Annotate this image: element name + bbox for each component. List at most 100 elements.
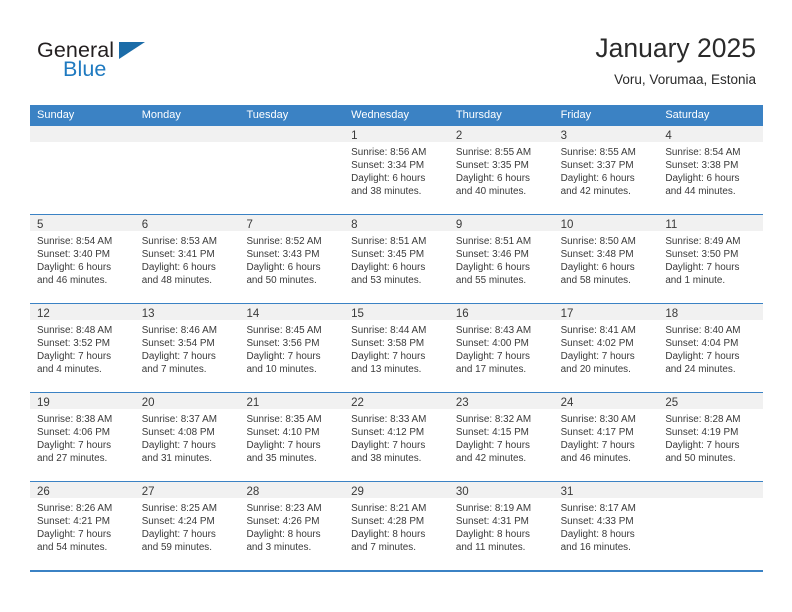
day-sun-info: [658, 498, 763, 502]
calendar-week-row: 26 Sunrise: 8:26 AM Sunset: 4:21 PM Dayligh…: [30, 481, 764, 570]
day-sun-info: Sunrise: 8:50 AM Sunset: 3:48 PM Daylight:…: [554, 231, 659, 287]
day-number-band: 6: [134, 215, 240, 231]
page-header: General Blue January 2025 Voru, Vorumaa,…: [0, 0, 792, 104]
day-number: 29: [351, 486, 364, 498]
day-daylight-line2-text: and 44 minutes.: [665, 186, 736, 198]
day-sunrise-text: Sunrise: 8:54 AM: [37, 236, 113, 247]
page-subtitle: Voru, Vorumaa, Estonia: [614, 72, 756, 87]
calendar-day-cell[interactable]: 26 Sunrise: 8:26 AM Sunset: 4:21 PM Dayligh…: [30, 482, 135, 570]
calendar-day-cell[interactable]: 6 Sunrise: 8:53 AM Sunset: 3:41 PM Daylight…: [134, 215, 240, 303]
calendar-day-cell[interactable]: 4 Sunrise: 8:54 AM Sunset: 3:38 PM Daylight…: [658, 126, 764, 214]
calendar-day-cell[interactable]: 5 Sunrise: 8:54 AM Sunset: 3:40 PM Daylight…: [30, 215, 135, 303]
calendar-day-cell[interactable]: 25 Sunrise: 8:28 AM Sunset: 4:19 PM Dayligh…: [658, 393, 764, 481]
day-daylight-line2-text: and 1 minute.: [665, 275, 726, 287]
calendar-day-cell[interactable]: 28 Sunrise: 8:23 AM Sunset: 4:26 PM Dayligh…: [239, 482, 345, 570]
calendar-day-cell[interactable]: 27 Sunrise: 8:25 AM Sunset: 4:24 PM Dayligh…: [134, 482, 240, 570]
day-number-band: 19: [30, 393, 135, 409]
calendar-day-cell[interactable]: 30 Sunrise: 8:19 AM Sunset: 4:31 PM Dayligh…: [448, 482, 554, 570]
day-sunrise-text: Sunrise: 8:37 AM: [141, 414, 217, 425]
day-sunset-text: Sunset: 3:52 PM: [37, 338, 111, 350]
day-sunset-text: Sunset: 3:37 PM: [560, 160, 634, 172]
day-number: 16: [455, 308, 469, 320]
calendar-day-cell[interactable]: 3 Sunrise: 8:55 AM Sunset: 3:37 PM Daylight…: [553, 126, 659, 214]
day-sunset-text: Sunset: 4:31 PM: [455, 516, 529, 528]
calendar-day-cell[interactable]: 13 Sunrise: 8:46 AM Sunset: 3:54 PM Dayligh…: [134, 304, 240, 392]
calendar-day-cell[interactable]: 19 Sunrise: 8:38 AM Sunset: 4:06 PM Dayligh…: [30, 393, 135, 481]
day-sunset-text: Sunset: 4:26 PM: [246, 516, 320, 528]
calendar-day-cell[interactable]: 29 Sunrise: 8:21 AM Sunset: 4:28 PM Dayligh…: [344, 482, 449, 570]
calendar-day-cell[interactable]: 10 Sunrise: 8:50 AM Sunset: 3:48 PM Dayligh…: [553, 215, 659, 303]
day-number: 17: [560, 308, 574, 320]
day-daylight-line1-text: Daylight: 6 hours: [455, 173, 530, 185]
day-daylight-line1-text: Daylight: 7 hours: [351, 351, 426, 363]
day-sunset-text: Sunset: 3:54 PM: [141, 338, 215, 350]
day-daylight-line2-text: and 53 minutes.: [351, 275, 422, 287]
day-daylight-line1-text: Daylight: 7 hours: [37, 351, 112, 363]
calendar-day-cell[interactable]: 24 Sunrise: 8:30 AM Sunset: 4:17 PM Dayligh…: [553, 393, 659, 481]
day-sunrise-text: Sunrise: 8:50 AM: [560, 236, 636, 247]
day-sunrise-text: Sunrise: 8:56 AM: [351, 147, 427, 158]
calendar-day-cell[interactable]: 1 Sunrise: 8:56 AM Sunset: 3:34 PM Daylight…: [344, 126, 449, 214]
day-number: 18: [665, 308, 679, 320]
day-sunrise-text: Sunrise: 8:17 AM: [560, 503, 636, 514]
page-title: January 2025: [595, 33, 756, 63]
calendar-day-cell[interactable]: 16 Sunrise: 8:43 AM Sunset: 4:00 PM Dayligh…: [448, 304, 554, 392]
day-daylight-line2-text: and 48 minutes.: [141, 275, 212, 287]
day-sun-info: Sunrise: 8:41 AM Sunset: 4:02 PM Daylight:…: [554, 320, 659, 376]
calendar-day-cell[interactable]: 20 Sunrise: 8:37 AM Sunset: 4:08 PM Dayligh…: [134, 393, 240, 481]
day-sun-info: Sunrise: 8:33 AM Sunset: 4:12 PM Daylight:…: [344, 409, 449, 465]
day-sunrise-text: Sunrise: 8:38 AM: [37, 414, 113, 425]
day-sun-info: Sunrise: 8:30 AM Sunset: 4:17 PM Daylight:…: [554, 409, 659, 465]
calendar-day-cell[interactable]: 8 Sunrise: 8:51 AM Sunset: 3:45 PM Daylight…: [344, 215, 449, 303]
day-number: 7: [246, 219, 253, 231]
day-sun-info: Sunrise: 8:49 AM Sunset: 3:50 PM Daylight:…: [658, 231, 763, 287]
day-sunset-text: Sunset: 3:48 PM: [560, 249, 634, 261]
day-daylight-line2-text: and 46 minutes.: [37, 275, 108, 287]
calendar-day-cell[interactable]: 15 Sunrise: 8:44 AM Sunset: 3:58 PM Dayligh…: [344, 304, 449, 392]
calendar-day-cell[interactable]: 21 Sunrise: 8:35 AM Sunset: 4:10 PM Dayligh…: [239, 393, 345, 481]
day-number: 8: [351, 219, 358, 231]
calendar-day-cell[interactable]: 2 Sunrise: 8:55 AM Sunset: 3:35 PM Daylight…: [448, 126, 554, 214]
day-number-band: 12: [30, 304, 135, 320]
day-sunset-text: Sunset: 3:46 PM: [455, 249, 529, 261]
day-daylight-line1-text: Daylight: 8 hours: [455, 529, 530, 541]
calendar-day-cell[interactable]: 9 Sunrise: 8:51 AM Sunset: 3:46 PM Daylight…: [448, 215, 554, 303]
calendar-day-cell[interactable]: 17 Sunrise: 8:41 AM Sunset: 4:02 PM Dayligh…: [553, 304, 659, 392]
day-daylight-line2-text: and 38 minutes.: [351, 186, 422, 198]
day-sun-info: Sunrise: 8:45 AM Sunset: 3:56 PM Daylight:…: [239, 320, 344, 376]
day-daylight-line1-text: Daylight: 7 hours: [665, 262, 740, 274]
day-number: 24: [560, 397, 574, 409]
day-daylight-line1-text: Daylight: 6 hours: [141, 262, 216, 274]
calendar-day-cell[interactable]: 7 Sunrise: 8:52 AM Sunset: 3:43 PM Daylight…: [239, 215, 345, 303]
day-sunrise-text: Sunrise: 8:48 AM: [37, 325, 113, 336]
day-sunset-text: Sunset: 4:04 PM: [665, 338, 739, 350]
day-sunset-text: Sunset: 4:10 PM: [246, 427, 320, 439]
day-sunset-text: Sunset: 4:21 PM: [37, 516, 111, 528]
calendar-day-cell[interactable]: 18 Sunrise: 8:40 AM Sunset: 4:04 PM Dayligh…: [658, 304, 764, 392]
calendar-day-cell[interactable]: 23 Sunrise: 8:32 AM Sunset: 4:15 PM Dayligh…: [448, 393, 554, 481]
day-sunrise-text: Sunrise: 8:32 AM: [455, 414, 532, 425]
calendar-day-cell[interactable]: 14 Sunrise: 8:45 AM Sunset: 3:56 PM Dayligh…: [239, 304, 345, 392]
day-daylight-line1-text: Daylight: 6 hours: [560, 173, 635, 185]
day-daylight-line1-text: Daylight: 7 hours: [455, 440, 530, 452]
day-daylight-line2-text: and 55 minutes.: [455, 275, 527, 287]
day-sun-info: Sunrise: 8:52 AM Sunset: 3:43 PM Daylight:…: [239, 231, 344, 287]
day-number-band: 15: [344, 304, 449, 320]
day-daylight-line1-text: Daylight: 6 hours: [351, 262, 426, 274]
day-number: 20: [141, 397, 155, 409]
calendar-day-cell[interactable]: 31 Sunrise: 8:17 AM Sunset: 4:33 PM Dayligh…: [553, 482, 659, 570]
day-number-band: 18: [658, 304, 764, 320]
day-number: 30: [455, 486, 469, 498]
day-sun-info: Sunrise: 8:35 AM Sunset: 4:10 PM Daylight:…: [239, 409, 344, 465]
day-number-band: 24: [553, 393, 659, 409]
day-sunset-text: Sunset: 4:00 PM: [455, 338, 529, 350]
calendar-day-cell[interactable]: 11 Sunrise: 8:49 AM Sunset: 3:50 PM Dayligh…: [658, 215, 764, 303]
calendar-day-cell[interactable]: 22 Sunrise: 8:33 AM Sunset: 4:12 PM Dayligh…: [344, 393, 449, 481]
general-blue-logo[interactable]: General Blue: [37, 38, 217, 88]
day-daylight-line2-text: and 38 minutes.: [351, 453, 422, 465]
day-number: 13: [141, 308, 155, 320]
day-sun-info: Sunrise: 8:32 AM Sunset: 4:15 PM Daylight:…: [449, 409, 554, 465]
calendar-day-cell[interactable]: 12 Sunrise: 8:48 AM Sunset: 3:52 PM Dayligh…: [30, 304, 135, 392]
day-number-band: 25: [658, 393, 764, 409]
day-number-band: 17: [553, 304, 659, 320]
